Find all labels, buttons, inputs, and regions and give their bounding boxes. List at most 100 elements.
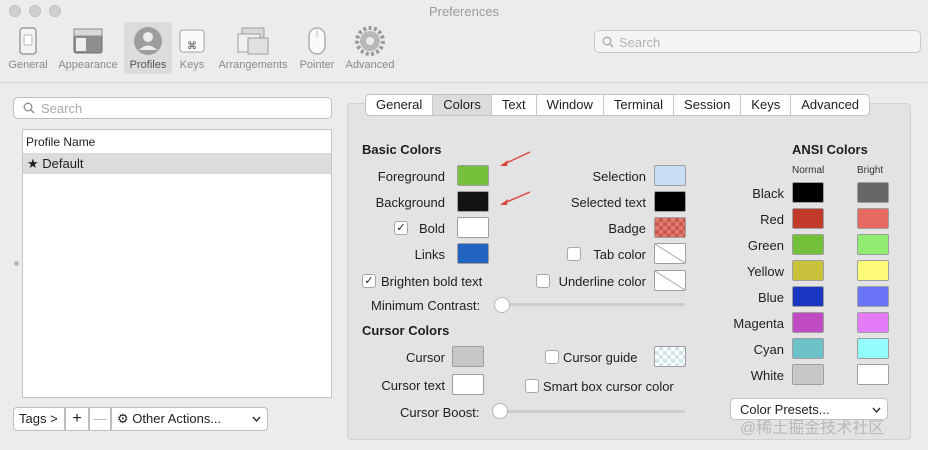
other-actions-menu[interactable]: ⚙ Other Actions... (111, 407, 268, 431)
profile-tabs: General Colors Text Window Terminal Sess… (365, 94, 871, 116)
profile-name: Default (42, 156, 84, 171)
toolbar-label: Pointer (299, 59, 335, 71)
toolbar-label: Appearance (58, 59, 118, 71)
brighten-bold-label: Brighten bold text (381, 274, 483, 289)
toolbar-general[interactable]: General (5, 22, 51, 74)
ansi-magenta-label: Magenta (733, 316, 784, 331)
search-icon (602, 36, 614, 48)
ansi-black-bright-swatch[interactable] (857, 182, 889, 203)
bright-column-label: Bright (857, 165, 884, 176)
cursor-text-label: Cursor text (381, 378, 445, 393)
ansi-red-label: Red (760, 212, 784, 227)
toolbar-divider (0, 82, 928, 83)
profile-row-default[interactable]: ★ Default (23, 154, 331, 174)
tab-color-checkbox[interactable] (567, 247, 581, 261)
gear-icon: ⚙ (117, 412, 129, 427)
foreground-label: Foreground (377, 169, 445, 184)
minimum-contrast-knob[interactable] (494, 297, 510, 313)
badge-color-swatch[interactable] (654, 217, 686, 238)
profile-list: Profile Name ★ Default (22, 129, 332, 398)
ansi-yellow-normal-swatch[interactable] (792, 260, 824, 281)
ansi-magenta-bright-swatch[interactable] (857, 312, 889, 333)
watermark: @稀土掘金技术社区 (740, 420, 885, 437)
toolbar-advanced[interactable]: Advanced (342, 22, 398, 74)
cursor-color-swatch[interactable] (452, 346, 484, 367)
selection-color-swatch[interactable] (654, 165, 686, 186)
ansi-black-normal-swatch[interactable] (792, 182, 824, 203)
toolbar-label: Arrangements (218, 59, 288, 71)
background-color-swatch[interactable] (457, 191, 489, 212)
toolbar-keys[interactable]: ⌘ Keys (175, 22, 209, 74)
toolbar-profiles[interactable]: Profiles (124, 22, 172, 74)
tab-keys[interactable]: Keys (741, 95, 792, 115)
ansi-blue-label: Blue (757, 290, 784, 305)
ansi-red-bright-swatch[interactable] (857, 208, 889, 229)
ansi-blue-bright-swatch[interactable] (857, 286, 889, 307)
bold-checkbox[interactable]: ✓ (394, 221, 408, 235)
underline-color-swatch[interactable] (654, 270, 686, 291)
gear-icon (355, 26, 385, 56)
remove-profile-button[interactable]: — (89, 407, 111, 431)
tab-advanced[interactable]: Advanced (791, 95, 869, 115)
selected-text-color-swatch[interactable] (654, 191, 686, 212)
tab-terminal[interactable]: Terminal (604, 95, 675, 115)
bold-color-swatch[interactable] (457, 217, 489, 238)
normal-column-label: Normal (792, 165, 825, 176)
tab-colors[interactable]: Colors (433, 95, 492, 115)
ansi-yellow-label: Yellow (746, 264, 784, 279)
search-icon (23, 102, 35, 114)
cursor-boost-slider[interactable] (492, 410, 685, 413)
basic-colors-heading: Basic Colors (362, 142, 442, 157)
window-icon (73, 28, 103, 54)
foreground-color-swatch[interactable] (457, 165, 489, 186)
minimum-contrast-label: Minimum Contrast: (371, 298, 481, 313)
ansi-magenta-normal-swatch[interactable] (792, 312, 824, 333)
ansi-green-label: Green (747, 238, 784, 253)
command-key-icon: ⌘ (179, 29, 205, 53)
ansi-black-label: Black (752, 186, 784, 201)
mouse-icon (308, 27, 326, 55)
selection-label: Selection (592, 169, 646, 184)
person-icon (134, 27, 162, 55)
cursor-text-color-swatch[interactable] (452, 374, 484, 395)
ansi-blue-normal-swatch[interactable] (792, 286, 824, 307)
toolbar-appearance[interactable]: Appearance (55, 22, 121, 74)
add-profile-button[interactable]: + (65, 407, 89, 431)
brighten-bold-checkbox[interactable]: ✓ (362, 274, 376, 288)
toolbar-pointer[interactable]: Pointer (296, 22, 338, 74)
tab-text[interactable]: Text (492, 95, 537, 115)
ansi-red-normal-swatch[interactable] (792, 208, 824, 229)
split-view-handle[interactable] (14, 261, 19, 266)
tags-button[interactable]: Tags > (13, 407, 65, 431)
preferences-search-input[interactable]: Search (594, 30, 921, 53)
minimum-contrast-slider[interactable] (494, 303, 685, 306)
tab-session[interactable]: Session (674, 95, 742, 115)
cursor-guide-swatch[interactable] (654, 346, 686, 367)
smart-box-checkbox[interactable] (525, 379, 539, 393)
cursor-boost-label: Cursor Boost: (400, 405, 480, 420)
links-color-swatch[interactable] (457, 243, 489, 264)
star-icon: ★ (27, 156, 39, 171)
ansi-cyan-bright-swatch[interactable] (857, 338, 889, 359)
toolbar-label: Profiles (129, 59, 167, 71)
underline-color-label: Underline color (558, 274, 646, 289)
underline-color-checkbox[interactable] (536, 274, 550, 288)
cursor-boost-knob[interactable] (492, 403, 508, 419)
cursor-guide-checkbox[interactable] (545, 350, 559, 364)
profile-search-input[interactable]: Search (13, 97, 332, 119)
tab-window[interactable]: Window (537, 95, 604, 115)
profile-name-column-header[interactable]: Profile Name (23, 130, 331, 154)
ansi-green-normal-swatch[interactable] (792, 234, 824, 255)
ansi-cyan-normal-swatch[interactable] (792, 338, 824, 359)
tab-general[interactable]: General (366, 95, 434, 115)
toolbar-arrangements[interactable]: Arrangements (213, 22, 293, 74)
links-label: Links (414, 247, 445, 262)
ansi-green-bright-swatch[interactable] (857, 234, 889, 255)
ansi-white-label: White (750, 368, 784, 383)
ansi-white-normal-swatch[interactable] (792, 364, 824, 385)
search-placeholder: Search (619, 35, 661, 50)
chevron-down-icon (252, 416, 261, 422)
ansi-white-bright-swatch[interactable] (857, 364, 889, 385)
ansi-yellow-bright-swatch[interactable] (857, 260, 889, 281)
tab-color-swatch[interactable] (654, 243, 686, 264)
